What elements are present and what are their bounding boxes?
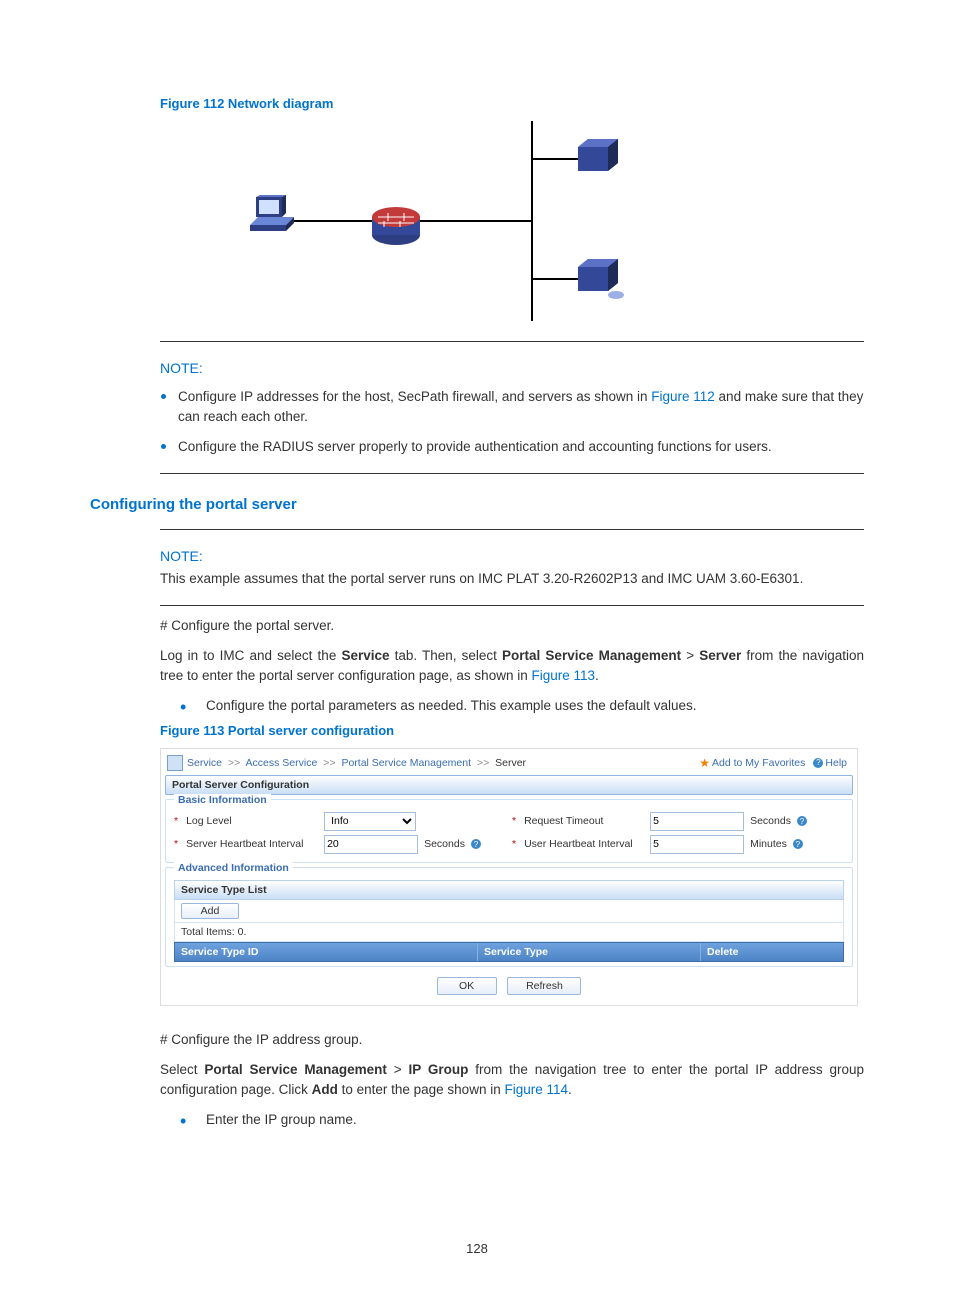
required-icon: * (512, 815, 516, 827)
figure-113-caption: Figure 113 Portal server configuration (160, 723, 864, 738)
crumb-sep: >> (323, 757, 335, 769)
rule (160, 341, 864, 342)
note1-bullet1: Configure IP addresses for the host, Sec… (178, 382, 864, 426)
help-icon[interactable]: ? (793, 839, 803, 849)
bold: Portal Service Management (204, 1062, 387, 1077)
panel-title: Portal Server Configuration (165, 775, 853, 795)
rule (160, 605, 864, 606)
note1-b1-prefix: Configure IP addresses for the host, Sec… (178, 389, 651, 404)
minutes-unit: Minutes (750, 838, 787, 850)
txt: > (681, 648, 699, 663)
txt: Select (160, 1062, 204, 1077)
rule (160, 473, 864, 474)
txt: . (595, 668, 599, 683)
request-timeout-label: Request Timeout (524, 815, 644, 827)
log-level-label: Log Level (186, 815, 318, 827)
figure-112-caption: Figure 112 Network diagram (160, 96, 864, 111)
page-icon (167, 755, 183, 771)
col-service-type: Service Type (478, 943, 701, 961)
note-block-1: NOTE: Configure IP addresses for the hos… (160, 360, 864, 457)
add-to-favorites-link[interactable]: ★Add to My Favorites (699, 756, 805, 770)
figure-112-link[interactable]: Figure 112 (651, 389, 715, 404)
refresh-button[interactable]: Refresh (507, 977, 581, 995)
rule (160, 529, 864, 530)
required-icon: * (174, 815, 178, 827)
txt: > (387, 1062, 409, 1077)
user-heartbeat-input[interactable] (650, 835, 744, 854)
advanced-info-legend: Advanced Information (174, 862, 293, 874)
note1-bullet2: Configure the RADIUS server properly to … (178, 432, 864, 457)
log-level-select[interactable]: Info (324, 812, 416, 831)
imc-screenshot: Service >> Access Service >> Portal Serv… (160, 748, 858, 1006)
bold: IP Group (409, 1062, 469, 1077)
note-label: NOTE: (160, 548, 864, 564)
fav-label: Add to My Favorites (712, 757, 805, 769)
txt: Log in to IMC and select the (160, 648, 341, 663)
section-heading: Configuring the portal server (90, 496, 864, 513)
seconds-unit: Seconds (424, 838, 465, 850)
crumb-service[interactable]: Service (187, 757, 222, 769)
paragraph-ip-group: Select Portal Service Management > IP Gr… (160, 1060, 864, 1101)
figure-114-link[interactable]: Figure 114 (504, 1082, 568, 1097)
basic-info-legend: Basic Information (174, 794, 271, 806)
table-header: Service Type ID Service Type Delete (174, 942, 844, 962)
required-icon: * (512, 838, 516, 850)
server-heartbeat-input[interactable] (324, 835, 418, 854)
bullet-configure-params: Configure the portal parameters as neede… (180, 696, 864, 716)
crumb-portal-svc-mgmt[interactable]: Portal Service Management (341, 757, 471, 769)
note-label: NOTE: (160, 360, 864, 376)
breadcrumb: Service >> Access Service >> Portal Serv… (187, 757, 699, 769)
crumb-sep: >> (477, 757, 489, 769)
advanced-info-fieldset: Advanced Information Service Type List A… (165, 867, 853, 967)
required-icon: * (174, 838, 178, 850)
user-heartbeat-label: User Heartbeat Interval (524, 838, 644, 850)
bold: Portal Service Management (502, 648, 681, 663)
server-heartbeat-label: Server Heartbeat Interval (186, 838, 318, 850)
crumb-server: Server (495, 757, 526, 769)
service-type-list-header: Service Type List (174, 880, 844, 900)
network-diagram (200, 121, 700, 321)
basic-info-fieldset: Basic Information * Log Level Info * Req… (165, 799, 853, 863)
crumb-sep: >> (228, 757, 240, 769)
bold: Server (699, 648, 741, 663)
step-configure-ip-group: # Configure the IP address group. (160, 1030, 864, 1050)
bullet-enter-ip-name: Enter the IP group name. (180, 1110, 864, 1130)
star-icon: ★ (699, 756, 710, 770)
total-items: Total Items: 0. (174, 923, 844, 942)
page-number: 128 (0, 1241, 954, 1256)
request-timeout-input[interactable] (650, 812, 744, 831)
bold: Add (312, 1082, 338, 1097)
note2-text: This example assumes that the portal ser… (160, 570, 864, 589)
ok-button[interactable]: OK (437, 977, 497, 995)
figure-113-link[interactable]: Figure 113 (531, 668, 595, 683)
paragraph-login-imc: Log in to IMC and select the Service tab… (160, 646, 864, 687)
txt: tab. Then, select (390, 648, 503, 663)
seconds-unit: Seconds (750, 815, 791, 827)
txt: to enter the page shown in (338, 1082, 505, 1097)
col-delete: Delete (701, 943, 843, 961)
help-icon: ? (813, 758, 823, 768)
step-configure-portal: # Configure the portal server. (160, 616, 864, 636)
help-label: Help (825, 757, 847, 769)
help-link[interactable]: ?Help (813, 757, 847, 769)
col-service-type-id: Service Type ID (175, 943, 478, 961)
help-icon[interactable]: ? (471, 839, 481, 849)
note-block-2: NOTE: This example assumes that the port… (160, 548, 864, 589)
txt: . (568, 1082, 572, 1097)
bold: Service (341, 648, 389, 663)
crumb-access-service[interactable]: Access Service (246, 757, 318, 769)
add-button[interactable]: Add (181, 903, 239, 919)
help-icon[interactable]: ? (797, 816, 807, 826)
